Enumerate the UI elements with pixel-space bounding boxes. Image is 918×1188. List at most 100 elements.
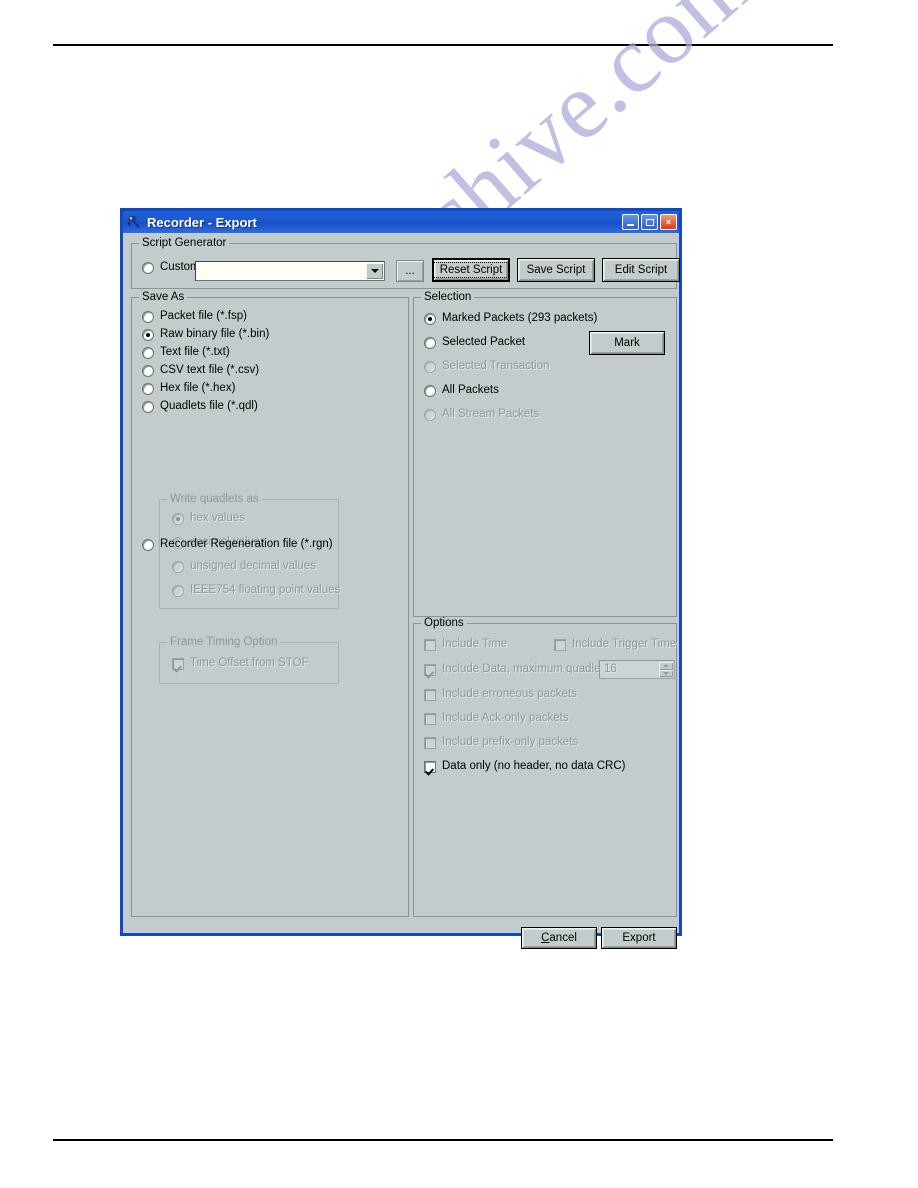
radio-selected-packet-indicator <box>424 336 436 349</box>
frame-timing-group: Frame Timing Option Time Offset from STO… <box>159 636 339 684</box>
radio-quadlets-file-indicator <box>142 400 154 413</box>
radio-recorder-regeneration-indicator <box>142 538 154 551</box>
mark-button[interactable]: Mark <box>589 331 665 355</box>
radio-hex-file[interactable]: Hex file (*.hex) <box>142 382 235 395</box>
custom-script-value <box>196 262 366 280</box>
radio-quadlets-file[interactable]: Quadlets file (*.qdl) <box>142 400 258 413</box>
edit-script-button[interactable]: Edit Script <box>602 258 680 282</box>
radio-packet-file-label: Packet file (*.fsp) <box>160 310 247 322</box>
spin-down-icon <box>659 669 673 677</box>
radio-raw-binary-file-indicator <box>142 328 154 341</box>
radio-hex-file-label: Hex file (*.hex) <box>160 382 236 394</box>
checkbox-include-time-label: Include Time <box>442 638 508 650</box>
custom-script-combo[interactable] <box>195 261 385 281</box>
radio-ieee754-values-indicator <box>172 584 184 597</box>
checkbox-include-data-label: Include Data, maximum quadlets: <box>442 663 613 675</box>
cancel-label: ancel <box>549 932 577 944</box>
title-bar[interactable]: Recorder - Export × <box>123 211 679 233</box>
page-rule-bottom <box>53 1139 833 1141</box>
selection-legend: Selection <box>421 291 475 303</box>
checkbox-include-data-indicator <box>424 663 436 676</box>
checkbox-include-ack-only-packets: Include Ack-only packets <box>424 712 569 725</box>
radio-selected-packet-label: Selected Packet <box>442 336 526 348</box>
checkbox-include-ack-only-label: Include Ack-only packets <box>442 712 569 724</box>
radio-unsigned-decimal-values-label: unsigned decimal values <box>190 560 316 572</box>
window-controls: × <box>622 214 677 230</box>
export-button[interactable]: Export <box>601 927 677 949</box>
save-script-button[interactable]: Save Script <box>517 258 595 282</box>
radio-unsigned-decimal-values: unsigned decimal values <box>172 560 316 573</box>
checkbox-include-erroneous-indicator <box>424 688 436 701</box>
write-quadlets-group: Write quadlets as hex values decimal val… <box>159 493 340 609</box>
chevron-down-icon[interactable] <box>366 263 383 279</box>
cancel-accel: C <box>541 932 550 944</box>
radio-hex-values-label: hex values <box>190 512 245 524</box>
save-as-group: Save As Packet file (*.fsp) Raw binary f… <box>131 291 409 917</box>
radio-hex-values-indicator <box>172 512 184 525</box>
browse-button[interactable]: ... <box>396 260 424 282</box>
minimize-button[interactable] <box>622 214 639 230</box>
radio-packet-file-indicator <box>142 310 154 323</box>
radio-csv-text-file-label: CSV text file (*.csv) <box>160 364 260 376</box>
checkbox-time-offset-indicator <box>172 657 184 670</box>
radio-marked-packets-label: Marked Packets (293 packets) <box>442 312 598 324</box>
radio-packet-file[interactable]: Packet file (*.fsp) <box>142 310 247 323</box>
reset-script-button[interactable]: Reset Script <box>432 258 510 282</box>
radio-csv-text-file-indicator <box>142 364 154 377</box>
radio-raw-binary-file-label: Raw binary file (*.bin) <box>160 328 270 340</box>
checkbox-include-erroneous-packets: Include erroneous packets <box>424 688 577 701</box>
checkbox-include-trigger-time: Include Trigger Time <box>554 638 676 651</box>
radio-text-file-label: Text file (*.txt) <box>160 346 230 358</box>
max-quadlets-value: 16 <box>604 663 617 675</box>
page-rule-top <box>53 44 833 46</box>
script-generator-legend: Script Generator <box>139 237 230 249</box>
save-as-legend: Save As <box>139 291 188 303</box>
frame-timing-legend: Frame Timing Option <box>167 636 281 648</box>
checkbox-include-prefix-only-packets: Include prefix-only packets <box>424 736 578 749</box>
checkbox-data-only[interactable]: Data only (no header, no data CRC) <box>424 760 625 773</box>
max-quadlets-stepper: 16 <box>599 660 675 679</box>
radio-recorder-regeneration-file[interactable]: Recorder Regeneration file (*.rgn) <box>142 538 333 551</box>
radio-unsigned-decimal-values-indicator <box>172 560 184 573</box>
reset-script-label: Reset Script <box>432 262 510 278</box>
checkbox-include-time-indicator <box>424 638 436 651</box>
radio-selected-packet[interactable]: Selected Packet <box>424 336 525 349</box>
options-legend: Options <box>421 617 467 629</box>
radio-all-packets[interactable]: All Packets <box>424 384 499 397</box>
checkbox-time-offset-label: Time Offset from STOF <box>190 657 309 669</box>
checkbox-include-time: Include Time <box>424 638 507 651</box>
cancel-button[interactable]: Cancel <box>521 927 597 949</box>
checkbox-include-trigger-time-indicator <box>554 638 566 651</box>
radio-all-stream-packets-label: All Stream Packets <box>442 408 540 420</box>
selection-group: Selection Marked Packets (293 packets) S… <box>413 291 677 617</box>
recorder-export-dialog: Recorder - Export × Script Generator Cus… <box>120 208 682 949</box>
radio-hex-values: hex values <box>172 512 245 525</box>
radio-marked-packets[interactable]: Marked Packets (293 packets) <box>424 312 597 325</box>
radio-all-packets-indicator <box>424 384 436 397</box>
checkbox-include-prefix-only-indicator <box>424 736 436 749</box>
radio-custom[interactable]: Custom <box>142 261 200 274</box>
maximize-button[interactable] <box>641 214 658 230</box>
radio-marked-packets-indicator <box>424 312 436 325</box>
radio-ieee754-values: IEEE754 floating point values <box>172 584 340 597</box>
recorder-icon <box>127 214 143 230</box>
checkbox-include-prefix-only-label: Include prefix-only packets <box>442 736 579 748</box>
radio-ieee754-values-label: IEEE754 floating point values <box>190 584 341 596</box>
radio-raw-binary-file[interactable]: Raw binary file (*.bin) <box>142 328 269 341</box>
write-quadlets-legend: Write quadlets as <box>167 493 262 505</box>
checkbox-data-only-indicator <box>424 760 436 773</box>
checkbox-time-offset-from-stof: Time Offset from STOF <box>172 657 309 670</box>
radio-hex-file-indicator <box>142 382 154 395</box>
radio-selected-transaction-indicator <box>424 360 436 373</box>
radio-text-file[interactable]: Text file (*.txt) <box>142 346 230 359</box>
close-button[interactable]: × <box>660 214 677 230</box>
checkbox-include-trigger-time-label: Include Trigger Time <box>572 638 677 650</box>
radio-custom-indicator <box>142 261 154 274</box>
checkbox-include-data: Include Data, maximum quadlets: <box>424 663 613 676</box>
radio-all-packets-label: All Packets <box>442 384 499 396</box>
checkbox-data-only-label: Data only (no header, no data CRC) <box>442 760 626 772</box>
radio-csv-text-file[interactable]: CSV text file (*.csv) <box>142 364 259 377</box>
radio-all-stream-packets-indicator <box>424 408 436 421</box>
window-title: Recorder - Export <box>147 214 257 230</box>
max-quadlets-spin-buttons <box>659 662 673 677</box>
